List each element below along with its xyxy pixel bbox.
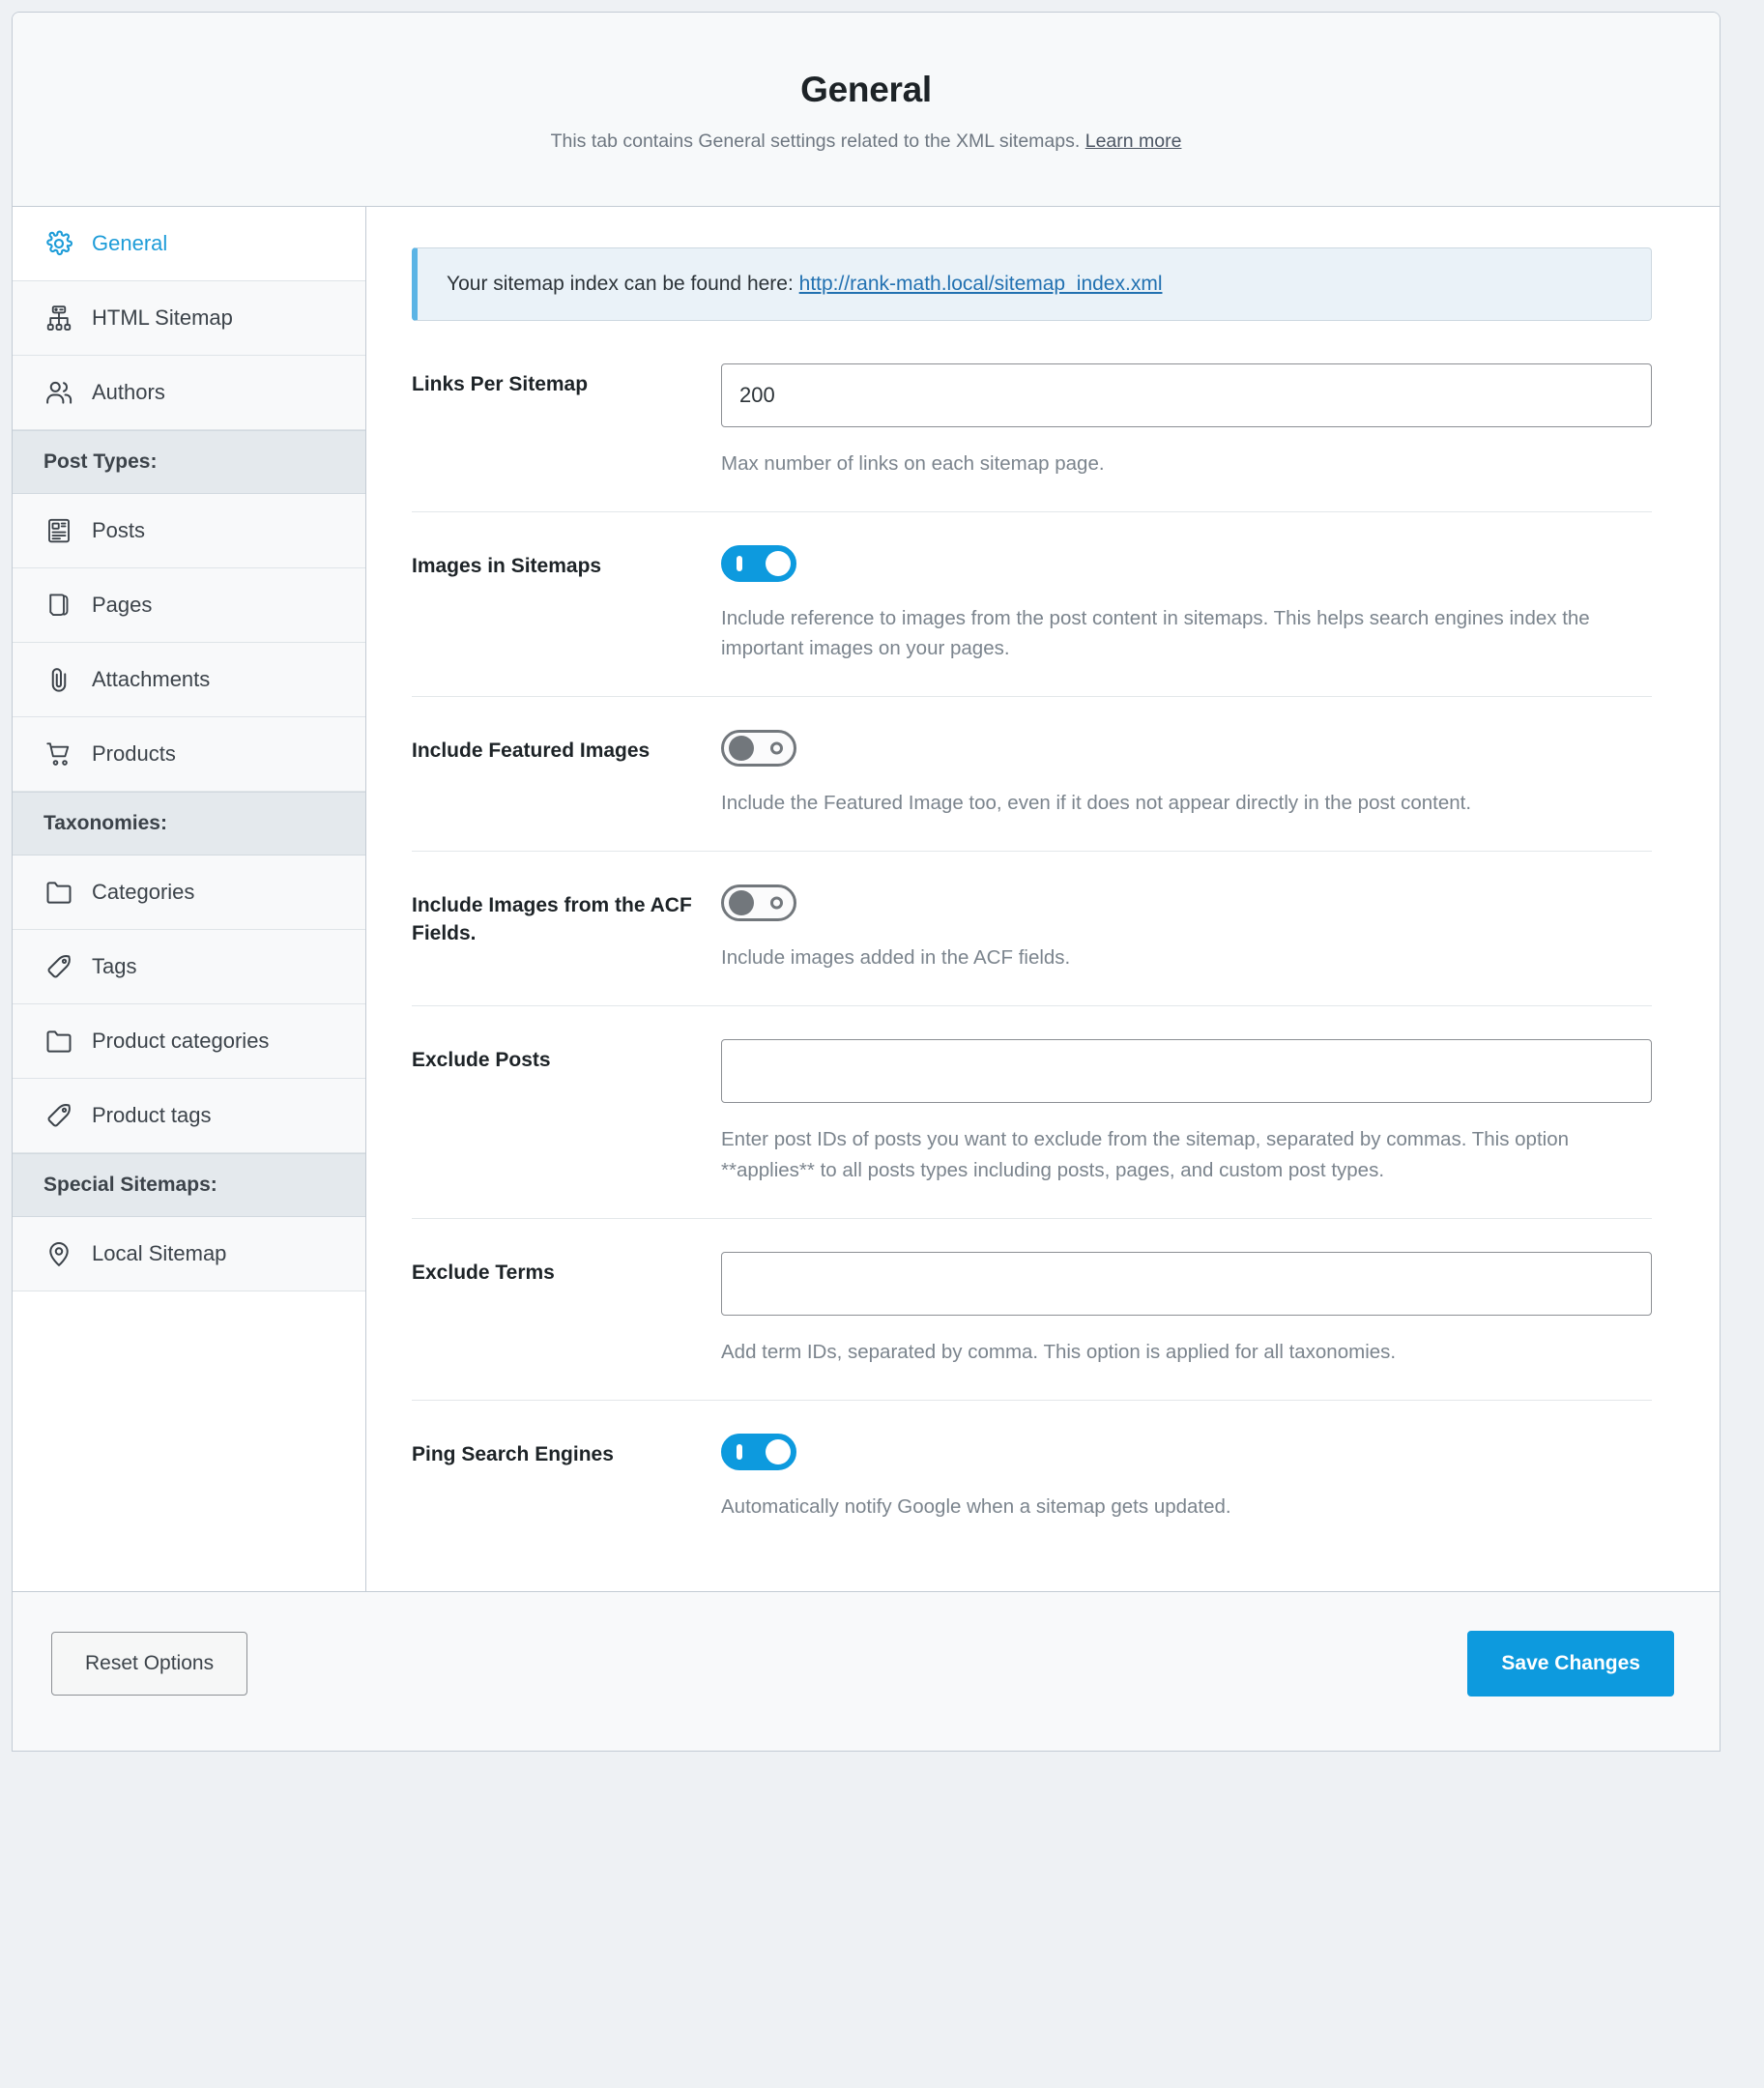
page-subtitle: This tab contains General settings relat… bbox=[32, 129, 1700, 155]
sidebar-item-label: Tags bbox=[92, 953, 137, 978]
field-body-images-in-sitemaps: Include reference to images from the pos… bbox=[721, 544, 1652, 663]
field-help-ping-search-engines: Automatically notify Google when a sitem… bbox=[721, 1494, 1231, 1518]
sidebar-item-label: Products bbox=[92, 740, 176, 766]
field-label-links-per-sitemap: Links Per Sitemap bbox=[412, 372, 589, 395]
toggle-bar bbox=[729, 890, 754, 916]
sidebar-item-local-sitemap[interactable]: Local Sitemap bbox=[13, 1216, 365, 1291]
gear-icon bbox=[43, 228, 74, 259]
sidebar-item-label: Pages bbox=[92, 592, 153, 617]
reset-options-button[interactable]: Reset Options bbox=[51, 1632, 248, 1696]
input-exclude-posts[interactable] bbox=[721, 1039, 1652, 1104]
tag-icon bbox=[43, 951, 74, 982]
toggle-bar bbox=[737, 1443, 742, 1460]
notice-text: Your sitemap index can be found here: bbox=[447, 272, 794, 295]
field-label-exclude-posts: Exclude Posts bbox=[412, 1049, 551, 1072]
tag-icon bbox=[43, 1100, 74, 1131]
field-help-exclude-posts: Enter post IDs of posts you want to excl… bbox=[721, 1128, 1569, 1181]
toggle-ping-search-engines[interactable] bbox=[721, 1433, 796, 1470]
sidebar-item-product-categories[interactable]: Product categories bbox=[13, 1003, 365, 1079]
sidebar-item-products[interactable]: Products bbox=[13, 716, 365, 792]
cart-icon bbox=[43, 739, 74, 769]
paperclip-icon bbox=[43, 664, 74, 695]
input-exclude-terms[interactable] bbox=[721, 1251, 1652, 1316]
sidebar-item-categories[interactable]: Categories bbox=[13, 855, 365, 930]
sidebar-nav: General HTML Sitemap Authors Post Types: Pos… bbox=[13, 206, 366, 1592]
sidebar-item-pages[interactable]: Pages bbox=[13, 567, 365, 643]
sitemap-index-notice: Your sitemap index can be found here: ht… bbox=[412, 246, 1652, 321]
sidebar-item-label: Posts bbox=[92, 517, 146, 542]
field-row-exclude-terms: Exclude Terms Add term IDs, separated by … bbox=[412, 1217, 1652, 1400]
sidebar-item-label: Product categories bbox=[92, 1028, 270, 1053]
page-subtitle-text: This tab contains General settings relat… bbox=[550, 130, 1081, 153]
sidebar-item-product-tags[interactable]: Product tags bbox=[13, 1078, 365, 1153]
settings-content: Your sitemap index can be found here: ht… bbox=[366, 206, 1720, 1592]
toggle-images-in-sitemaps[interactable] bbox=[721, 544, 796, 582]
field-label-images-in-sitemaps: Images in Sitemaps bbox=[412, 554, 602, 577]
field-label-include-images-from-the-acf-fields: Include Images from the ACF Fields. bbox=[412, 894, 692, 945]
field-body-exclude-posts: Enter post IDs of posts you want to excl… bbox=[721, 1039, 1652, 1184]
sidebar-section-heading: Taxonomies: bbox=[13, 791, 365, 856]
document-icon bbox=[43, 515, 74, 546]
toggle-bar bbox=[737, 555, 742, 571]
field-row-links-per-sitemap: Links Per Sitemap Max number of links on … bbox=[412, 362, 1652, 511]
sidebar-item-posts[interactable]: Posts bbox=[13, 493, 365, 568]
sidebar-item-label: HTML Sitemap bbox=[92, 304, 233, 330]
sidebar-item-label: Categories bbox=[92, 879, 195, 904]
folder-icon bbox=[43, 1026, 74, 1057]
toggle-knob bbox=[770, 741, 783, 755]
sidebar-item-general[interactable]: General bbox=[13, 206, 365, 281]
sitemap-index-link[interactable]: http://rank-math.local/sitemap_index.xml bbox=[799, 273, 1163, 295]
map-pin-icon bbox=[43, 1238, 74, 1269]
sidebar-item-html-sitemap[interactable]: HTML Sitemap bbox=[13, 280, 365, 356]
page-header: General This tab contains General settin… bbox=[13, 13, 1720, 207]
field-help-exclude-terms: Add term IDs, separated by comma. This o… bbox=[721, 1340, 1397, 1363]
field-row-exclude-posts: Exclude Posts Enter post IDs of posts you… bbox=[412, 1005, 1652, 1217]
field-row-images-in-sitemaps: Images in Sitemaps Include reference to i… bbox=[412, 510, 1652, 696]
app-root: General This tab contains General settin… bbox=[0, 0, 1764, 2088]
field-label-ping-search-engines: Ping Search Engines bbox=[412, 1442, 614, 1465]
field-body-ping-search-engines: Automatically notify Google when a sitem… bbox=[721, 1433, 1652, 1522]
field-help-include-images-from-the-acf-fields: Include images added in the ACF fields. bbox=[721, 946, 1071, 970]
panel-body: General HTML Sitemap Authors Post Types: Pos… bbox=[13, 206, 1720, 1592]
field-body-include-featured-images: Include the Featured Image too, even if … bbox=[721, 730, 1652, 818]
field-body-exclude-terms: Add term IDs, separated by comma. This o… bbox=[721, 1251, 1652, 1367]
sidebar-item-authors[interactable]: Authors bbox=[13, 355, 365, 430]
users-icon bbox=[43, 377, 74, 408]
field-label-include-featured-images: Include Featured Images bbox=[412, 740, 651, 763]
toggle-bar bbox=[729, 736, 754, 762]
field-row-include-featured-images: Include Featured Images Include the Featu… bbox=[412, 696, 1652, 851]
sidebar-item-tags[interactable]: Tags bbox=[13, 929, 365, 1004]
page-icon bbox=[43, 590, 74, 621]
field-help-images-in-sitemaps: Include reference to images from the pos… bbox=[721, 606, 1590, 659]
field-row-ping-search-engines: Ping Search Engines Automatically notify … bbox=[412, 1399, 1652, 1554]
sidebar-item-label: Product tags bbox=[92, 1102, 212, 1127]
sidebar-item-label: Attachments bbox=[92, 666, 211, 691]
field-body-links-per-sitemap: Max number of links on each sitemap page… bbox=[721, 362, 1652, 478]
page-title: General bbox=[800, 70, 932, 109]
toggle-knob bbox=[770, 896, 783, 910]
save-changes-button[interactable]: Save Changes bbox=[1467, 1631, 1674, 1697]
sidebar-section-heading: Special Sitemaps: bbox=[13, 1152, 365, 1217]
toggle-include-featured-images[interactable] bbox=[721, 730, 796, 768]
toggle-knob bbox=[766, 550, 791, 576]
sitemap-icon bbox=[43, 303, 74, 334]
toggle-include-images-from-the-acf-fields[interactable] bbox=[721, 884, 796, 922]
sidebar-item-attachments[interactable]: Attachments bbox=[13, 642, 365, 717]
sidebar-section-heading: Post Types: bbox=[13, 429, 365, 494]
panel-footer: Reset Options Save Changes bbox=[13, 1591, 1720, 1752]
input-links-per-sitemap[interactable] bbox=[721, 362, 1652, 427]
field-label-exclude-terms: Exclude Terms bbox=[412, 1261, 555, 1284]
settings-fields: Links Per Sitemap Max number of links on … bbox=[412, 362, 1652, 1554]
sidebar-item-label: Authors bbox=[92, 379, 165, 404]
field-row-include-images-from-the-acf-fields: Include Images from the ACF Fields. Inclu… bbox=[412, 851, 1652, 1005]
folder-icon bbox=[43, 877, 74, 908]
sidebar-item-label: Local Sitemap bbox=[92, 1240, 227, 1265]
field-help-include-featured-images: Include the Featured Image too, even if … bbox=[721, 792, 1472, 815]
toggle-knob bbox=[766, 1438, 791, 1464]
field-body-include-images-from-the-acf-fields: Include images added in the ACF fields. bbox=[721, 884, 1652, 972]
settings-panel: General This tab contains General settin… bbox=[12, 12, 1721, 1753]
sidebar-item-label: General bbox=[92, 230, 168, 255]
learn-more-link[interactable]: Learn more bbox=[1085, 130, 1182, 152]
field-help-links-per-sitemap: Max number of links on each sitemap page… bbox=[721, 451, 1105, 475]
